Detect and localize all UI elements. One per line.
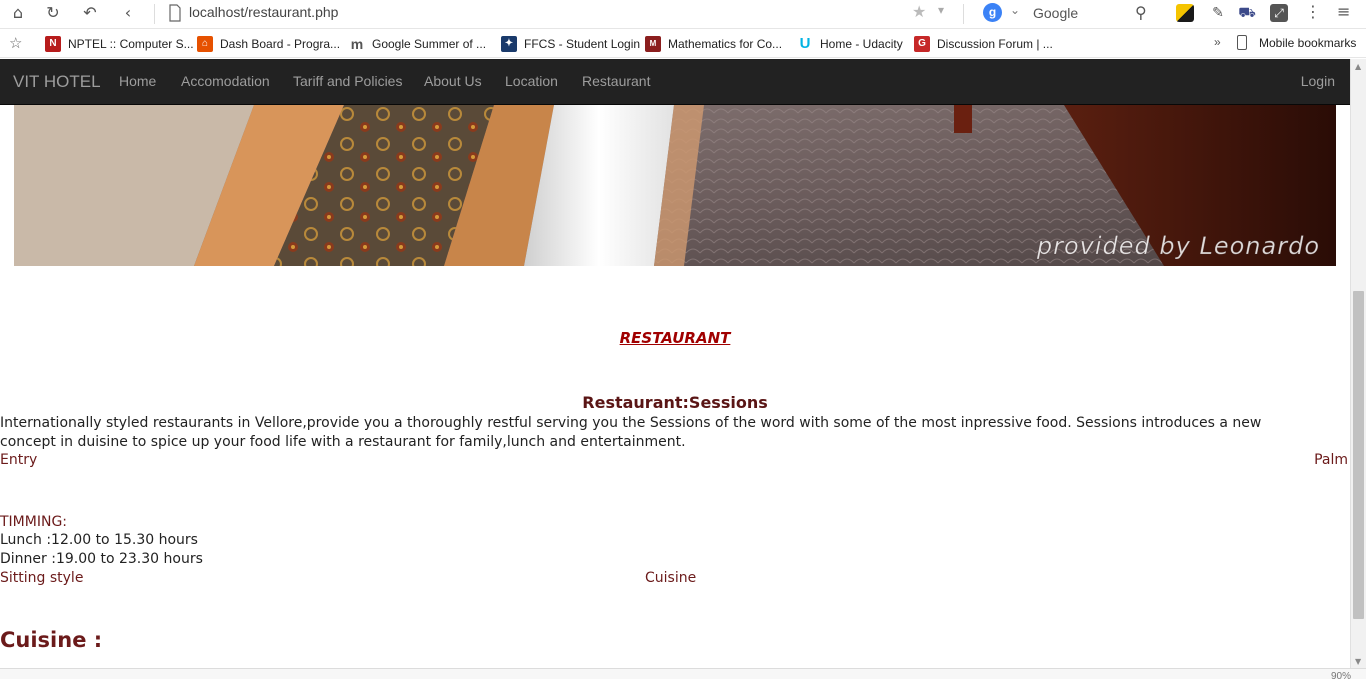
bookmark-mit[interactable]: M Mathematics for Co... (645, 35, 782, 53)
car-icon[interactable]: ⛟ (1238, 4, 1256, 22)
entry-label: Entry (0, 452, 38, 468)
extension-icon[interactable] (1176, 4, 1194, 22)
search-icon[interactable]: ⚲ (1135, 3, 1147, 22)
browser-status-bar: 90% (0, 668, 1366, 679)
brush-icon[interactable]: ✎ (1209, 4, 1227, 22)
bookmark-label: Home - Udacity (820, 37, 903, 51)
bookmark-ffcs[interactable]: ✦ FFCS - Student Login (501, 35, 640, 53)
hero-banner: provided by Leonardo (14, 105, 1336, 266)
mit-icon: M (645, 36, 661, 52)
add-bookmark-icon[interactable]: ☆ (9, 34, 22, 52)
reload-icon[interactable]: ↻ (41, 2, 65, 24)
bookmark-label: Mathematics for Co... (668, 37, 783, 51)
nav-restaurant[interactable]: Restaurant (582, 73, 650, 89)
search-engine-chevron-icon[interactable]: ⌄ (1010, 3, 1020, 17)
page-scrollbar[interactable]: ▲ ▼ (1350, 59, 1366, 668)
bookmark-dashboard[interactable]: ⌂ Dash Board - Progra... (197, 35, 340, 53)
bookmark-gsoc[interactable]: m Google Summer of ... (349, 35, 486, 53)
bookmark-star-icon[interactable]: ★ (912, 2, 926, 21)
search-input[interactable]: Google (1033, 5, 1078, 21)
nav-tariff[interactable]: Tariff and Policies (293, 73, 402, 89)
bookmark-label: NPTEL :: Computer S... (68, 37, 194, 51)
forum-icon: G (914, 36, 930, 52)
screenshot-icon[interactable]: ⤢ (1270, 4, 1288, 22)
more-options-icon[interactable]: ⋮ (1305, 2, 1321, 21)
nav-home[interactable]: Home (119, 73, 156, 89)
gsoc-icon: m (349, 36, 365, 52)
ffcs-icon: ✦ (501, 36, 517, 52)
browser-toolbar: ⌂ ↻ ↶ ‹ localhost/restaurant.php ★ ▾ g ⌄… (0, 0, 1366, 29)
sitting-style-label: Sitting style (0, 570, 84, 586)
zoom-level[interactable]: 90% (1331, 671, 1351, 679)
scroll-up-arrow-icon[interactable]: ▲ (1355, 62, 1361, 71)
page-title: RESTAURANT (619, 329, 731, 347)
more-bookmarks-icon[interactable]: » (1214, 35, 1221, 49)
undo-icon[interactable]: ↶ (78, 2, 102, 24)
bookmark-forum[interactable]: G Discussion Forum | ... (914, 35, 1053, 53)
toolbar-divider (963, 4, 964, 24)
login-link[interactable]: Login (1301, 73, 1335, 89)
phone-icon (1237, 35, 1247, 50)
address-dropdown-icon[interactable]: ▾ (938, 3, 944, 17)
nptel-icon: N (45, 36, 61, 52)
hamburger-menu-icon[interactable]: ≡ (1337, 2, 1350, 21)
scroll-thumb[interactable] (1353, 291, 1364, 619)
bookmark-label: Google Summer of ... (372, 37, 487, 51)
nav-accomodation[interactable]: Accomodation (181, 73, 270, 89)
bookmark-label: FFCS - Student Login (524, 37, 641, 51)
page-info-icon[interactable] (168, 4, 182, 22)
timing-heading: TIMMING: (0, 514, 68, 530)
scroll-down-arrow-icon[interactable]: ▼ (1355, 657, 1361, 666)
address-bar[interactable]: localhost/restaurant.php (189, 4, 338, 20)
bookmark-label: Discussion Forum | ... (937, 37, 1053, 51)
toolbar-divider (154, 4, 155, 24)
bookmark-udacity[interactable]: U Home - Udacity (797, 35, 903, 53)
lunch-timing: Lunch :12.00 to 15.30 hours (0, 532, 198, 548)
brand-logo[interactable]: VIT HOTEL (13, 72, 101, 92)
udacity-icon: U (797, 36, 813, 52)
bookmark-label: Dash Board - Progra... (220, 37, 341, 51)
mobile-bookmarks[interactable]: Mobile bookmarks (1237, 35, 1356, 50)
cuisine-label: Cuisine (645, 570, 697, 586)
hero-caption: provided by Leonardo (1036, 232, 1320, 261)
restaurant-description: Internationally styled restaurants in Ve… (0, 415, 1262, 450)
palm-label: Palm (1314, 452, 1348, 468)
mobile-bookmarks-label: Mobile bookmarks (1259, 35, 1357, 50)
nav-location[interactable]: Location (505, 73, 558, 89)
dinner-timing: Dinner :19.00 to 23.30 hours (0, 551, 203, 567)
search-engine-icon[interactable]: g (983, 3, 1002, 22)
dashboard-icon: ⌂ (197, 36, 213, 52)
bookmark-nptel[interactable]: N NPTEL :: Computer S... (45, 35, 194, 53)
nav-about[interactable]: About Us (424, 73, 482, 89)
bookmarks-bar: ☆ N NPTEL :: Computer S... ⌂ Dash Board … (0, 29, 1366, 58)
home-icon[interactable]: ⌂ (6, 2, 30, 24)
cuisine-heading: Cuisine : (0, 628, 103, 652)
restaurant-subtitle: Restaurant:Sessions (582, 393, 768, 412)
site-navbar: VIT HOTEL Home Accomodation Tariff and P… (0, 59, 1350, 105)
back-icon[interactable]: ‹ (116, 2, 140, 24)
